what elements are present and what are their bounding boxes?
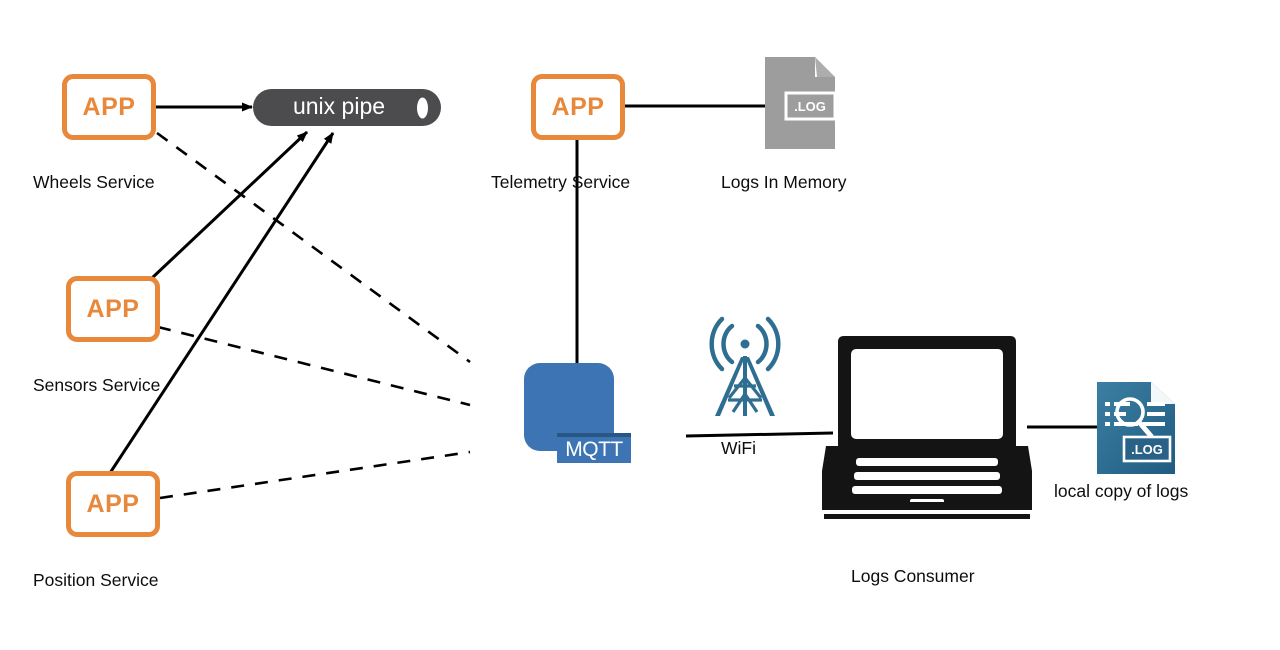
- line-mqtt-to-laptop: [685, 431, 834, 438]
- unix-pipe-label: unix pipe: [292, 93, 386, 119]
- app-box-wheels-service[interactable]: APP: [62, 74, 156, 140]
- app-box-label: APP: [86, 294, 140, 323]
- log-search-document-icon: .LOG: [1097, 382, 1175, 474]
- app-box-sensors-service[interactable]: APP: [66, 276, 160, 342]
- log-document-icon: .LOG: [765, 57, 837, 149]
- app-box-label: APP: [551, 92, 605, 121]
- log-document-label: .LOG: [794, 99, 826, 114]
- connector-lines: [108, 102, 1100, 500]
- mqtt-badge: MQTT: [557, 437, 631, 463]
- app-box-telemetry-service[interactable]: APP: [531, 74, 625, 140]
- caption-logs-in-memory: Logs In Memory: [721, 172, 847, 192]
- caption-wheels-service: Wheels Service: [33, 172, 155, 192]
- caption-logs-consumer: Logs Consumer: [851, 566, 975, 586]
- app-box-position-service[interactable]: APP: [66, 471, 160, 537]
- caption-position-service: Position Service: [33, 570, 159, 590]
- caption-sensors-service: Sensors Service: [33, 375, 161, 395]
- unix-pipe-node[interactable]: unix pipe: [253, 89, 441, 126]
- app-box-label: APP: [86, 489, 140, 518]
- line-sensors-to-pipe: [150, 130, 309, 280]
- diagram-canvas: APP Wheels Service APP Sensors Service A…: [0, 0, 1280, 650]
- caption-wifi: WiFi: [721, 438, 756, 458]
- caption-telemetry-service: Telemetry Service: [491, 172, 631, 192]
- log-search-document-label: .LOG: [1131, 442, 1163, 457]
- laptop-icon: [817, 334, 1037, 524]
- radio-tower-icon: [703, 316, 787, 416]
- caption-local-copy-of-logs: local copy of logs: [1054, 481, 1189, 501]
- dashed-line-sensors: [157, 325, 471, 407]
- pipe-hole-icon: [417, 97, 428, 118]
- app-box-label: APP: [82, 92, 136, 121]
- mqtt-broker-icon[interactable]: MQTT: [524, 363, 631, 463]
- dashed-line-position: [159, 450, 471, 500]
- mqtt-label: MQTT: [565, 438, 623, 461]
